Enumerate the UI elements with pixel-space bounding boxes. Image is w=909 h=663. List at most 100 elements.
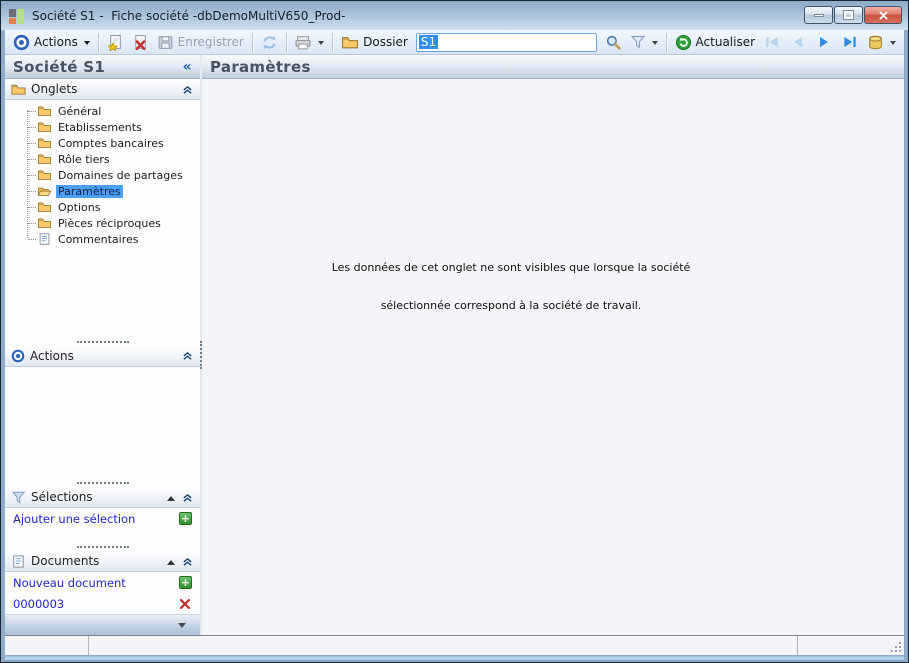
tree-connector <box>28 110 36 112</box>
sidebar-item-label-selected: Paramètres <box>56 184 123 198</box>
main-content: Les données de cet onglet ne sont visibl… <box>202 79 904 635</box>
restore-icon <box>843 10 854 20</box>
search-button[interactable] <box>601 32 626 53</box>
chevron-double-up-icon[interactable] <box>181 83 194 96</box>
main-panel: Paramètres Les données de cet onglet ne … <box>202 55 904 635</box>
save-button-label: Enregistrer <box>177 35 244 49</box>
chevron-double-up-icon[interactable] <box>181 491 194 504</box>
filter-funnel-icon <box>11 490 26 505</box>
delete-page-icon <box>132 34 149 51</box>
sidebar-splitter[interactable] <box>200 55 202 635</box>
filter-button[interactable] <box>626 32 662 52</box>
toolbar-separator <box>97 32 99 52</box>
delete-record-button[interactable] <box>128 32 153 53</box>
actualiser-button[interactable]: Actualiser <box>671 32 760 53</box>
folder-icon <box>37 136 52 150</box>
folder-icon <box>37 120 52 134</box>
nav-next-icon <box>815 33 833 51</box>
tree-connector <box>28 158 36 160</box>
folder-icon <box>11 82 26 97</box>
filter-funnel-icon <box>630 34 646 50</box>
restore-button[interactable] <box>834 6 863 24</box>
onglets-tree: Général Etablissements Comptes bancaires… <box>5 100 200 247</box>
actions-section-header[interactable]: Actions <box>5 345 200 367</box>
onglets-section-header[interactable]: Onglets <box>5 79 200 100</box>
sidebar-header: Société S1 « <box>5 55 200 79</box>
tree-connector <box>28 126 36 128</box>
documents-section-header[interactable]: Documents <box>5 551 200 572</box>
sidebar-title: Société S1 <box>13 57 106 76</box>
nav-previous-button[interactable] <box>785 31 811 53</box>
new-document-link[interactable]: Nouveau document <box>13 576 126 590</box>
window-controls <box>804 6 902 24</box>
selections-section-header[interactable]: Sélections <box>5 487 200 508</box>
chevron-double-up-icon[interactable] <box>181 555 194 568</box>
minimize-button[interactable] <box>804 6 833 24</box>
nav-next-button[interactable] <box>811 31 837 53</box>
title-bar: Société S1 - Fiche société -dbDemoMultiV… <box>1 1 908 30</box>
database-button[interactable] <box>863 32 900 53</box>
sidebar-item-options[interactable]: Options <box>5 199 200 215</box>
sidebar-item-domaines-de-partages[interactable]: Domaines de partages <box>5 167 200 183</box>
sidebar-collapse-icon[interactable]: « <box>183 59 192 75</box>
folder-icon <box>37 216 52 230</box>
dossier-button[interactable]: Dossier <box>337 32 412 53</box>
splitter-handle[interactable] <box>5 479 200 487</box>
nav-last-button[interactable] <box>837 31 863 53</box>
splitter-handle[interactable] <box>5 338 200 346</box>
print-button[interactable] <box>290 32 328 53</box>
sidebar-item-etablissements[interactable]: Etablissements <box>5 119 200 135</box>
chevron-double-up-icon[interactable] <box>181 349 194 362</box>
tree-connector <box>28 238 36 240</box>
printer-icon <box>294 34 312 51</box>
close-button[interactable] <box>864 6 902 24</box>
delete-document-button[interactable] <box>178 596 192 611</box>
sidebar-item-parametres[interactable]: Paramètres <box>5 183 200 199</box>
sidebar-item-comptes-bancaires[interactable]: Comptes bancaires <box>5 135 200 151</box>
sidebar-item-general[interactable]: Général <box>5 103 200 119</box>
sidebar-footer-bar[interactable] <box>5 614 200 635</box>
sidebar-item-role-tiers[interactable]: Rôle tiers <box>5 151 200 167</box>
save-button[interactable]: Enregistrer <box>153 32 248 53</box>
note-icon <box>37 232 52 246</box>
collapse-up-icon[interactable] <box>167 492 175 501</box>
sidebar: Société S1 « Onglets Général Etablisseme… <box>5 55 200 635</box>
add-selection-link[interactable]: Ajouter une sélection <box>13 512 135 526</box>
folder-open-icon <box>37 184 52 198</box>
folder-icon <box>37 152 52 166</box>
selections-section-label: Sélections <box>31 490 93 504</box>
sidebar-item-label: Commentaires <box>58 232 139 246</box>
window-title: Société S1 - Fiche société -dbDemoMultiV… <box>32 8 346 23</box>
add-selection-row: Ajouter une sélection + <box>5 508 200 529</box>
tree-connector <box>28 142 36 144</box>
sidebar-item-label: Rôle tiers <box>58 152 110 166</box>
refresh-icon <box>261 34 278 51</box>
document-item-link[interactable]: 0000003 <box>13 597 64 611</box>
sidebar-item-pieces-reciproques[interactable]: Pièces réciproques <box>5 215 200 231</box>
document-item-row: 0000003 <box>5 593 200 614</box>
chevron-down-icon <box>178 622 186 632</box>
actions-menu-button[interactable]: Actions <box>9 32 94 53</box>
page-title: Paramètres <box>210 57 311 76</box>
onglets-section-label: Onglets <box>31 82 78 96</box>
splitter-handle[interactable] <box>5 543 200 551</box>
sidebar-item-commentaires[interactable]: Commentaires <box>5 231 200 247</box>
chevron-down-icon <box>890 40 897 48</box>
tree-connector <box>28 174 36 176</box>
chevron-down-icon <box>318 40 325 48</box>
bullseye-icon <box>13 34 30 51</box>
toolbar-separator <box>665 32 667 52</box>
nav-first-button[interactable] <box>759 31 785 53</box>
new-record-button[interactable] <box>103 32 128 53</box>
folder-icon <box>341 34 359 51</box>
collapse-up-icon[interactable] <box>167 556 175 565</box>
info-message-line2: sélectionnée correspond à la société de … <box>380 299 642 312</box>
refresh-button[interactable] <box>257 32 282 53</box>
search-input[interactable]: S1 <box>415 32 597 52</box>
new-document-plus-button[interactable]: + <box>179 576 192 589</box>
add-selection-plus-button[interactable]: + <box>179 512 192 525</box>
folder-icon <box>37 104 52 118</box>
resize-grip[interactable] <box>890 641 901 652</box>
search-icon <box>605 34 622 51</box>
